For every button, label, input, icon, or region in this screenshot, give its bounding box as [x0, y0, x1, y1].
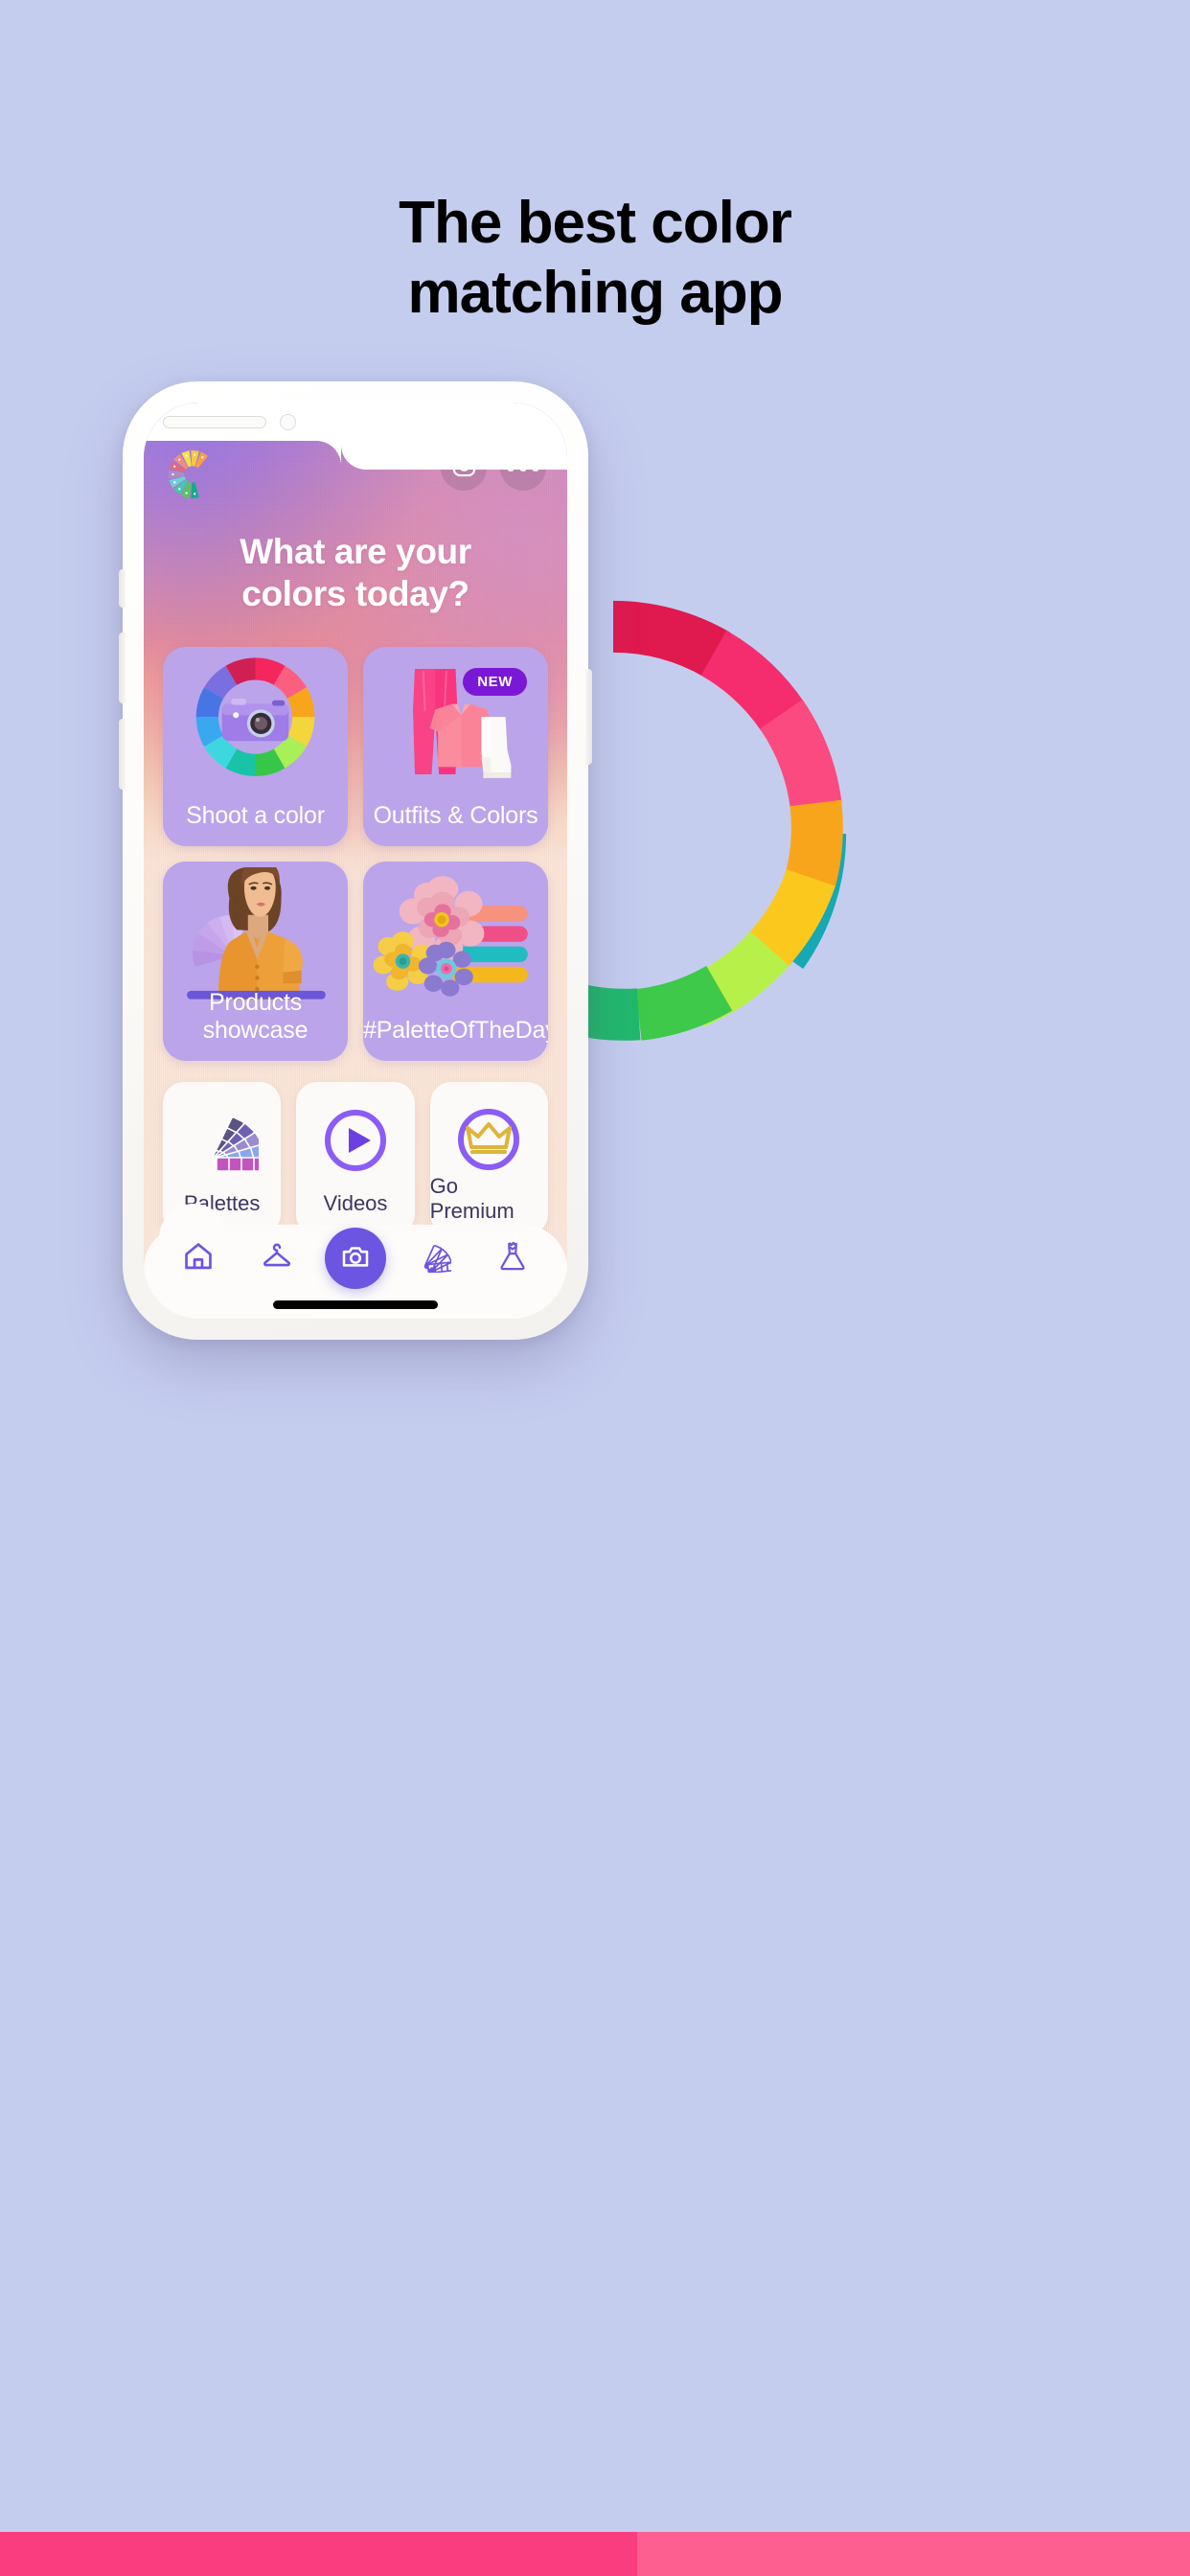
page-title-line2: matching app: [407, 260, 783, 327]
bottom-nav: [144, 1204, 567, 1319]
nav-item-home[interactable]: [167, 1240, 230, 1277]
phone-volume-down-button[interactable]: [119, 719, 126, 790]
card-label: Outfits & Colors: [373, 802, 538, 830]
camera-fab-button[interactable]: [325, 1228, 386, 1289]
play-circle-icon: [321, 1105, 390, 1176]
home-icon: [182, 1240, 215, 1277]
palette-fan-icon: [417, 1240, 454, 1277]
model-showcase-art: [163, 862, 348, 1003]
shortcut-row: Palettes Videos Go Premium: [163, 1082, 548, 1236]
paper-flowers-art: [363, 867, 548, 1003]
strip-segment-left: [0, 2532, 637, 2576]
shortcut-videos[interactable]: Videos: [296, 1082, 415, 1236]
card-label: #PaletteOfTheDay: [363, 1017, 548, 1045]
phone-mute-switch[interactable]: [119, 569, 126, 608]
card-palette-of-the-day[interactable]: #PaletteOfTheDay: [363, 862, 548, 1062]
page-title: The best color matching app: [0, 188, 1190, 328]
dress-icon: [497, 1240, 528, 1277]
camera-icon: [340, 1241, 371, 1276]
card-products-showcase[interactable]: Products showcase: [163, 862, 348, 1062]
camera-color-wheel-art: [163, 653, 348, 789]
app-hero-title-line1: What are your: [240, 532, 471, 571]
shortcut-label: Videos: [323, 1191, 388, 1216]
shortcut-go-premium[interactable]: Go Premium: [429, 1082, 548, 1236]
shortcut-label: Go Premium: [429, 1174, 515, 1224]
card-label: Products showcase: [202, 989, 309, 1045]
app-hero-title-line2: colors today?: [241, 573, 469, 613]
card-outfits-and-colors[interactable]: NEW Outfits & Colors: [363, 647, 548, 847]
phone-mockup: What are your colors today? Shoot a colo…: [119, 381, 592, 1340]
nav-item-palettes[interactable]: [402, 1240, 466, 1277]
hanger-icon: [261, 1240, 293, 1277]
nav-item-wardrobe[interactable]: [245, 1240, 309, 1277]
nav-item-camera[interactable]: [324, 1228, 387, 1289]
feature-card-grid: Shoot a color NEW Outfits & Colors Produ…: [163, 647, 548, 1062]
nav-item-outfits[interactable]: [481, 1240, 544, 1277]
strip-segment-right: [637, 2532, 1190, 2576]
app-content: What are your colors today? Shoot a colo…: [144, 402, 567, 1319]
phone-earpiece-speaker: [163, 415, 266, 428]
card-shoot-a-color[interactable]: Shoot a color: [163, 647, 348, 847]
phone-power-button[interactable]: [585, 669, 592, 765]
bottom-color-strip: [0, 2532, 1190, 2576]
phone-front-camera: [280, 413, 296, 430]
app-hero-title: What are your colors today?: [144, 531, 567, 614]
palette-fan-icon: [186, 1105, 259, 1176]
card-label: Shoot a color: [186, 802, 325, 830]
app-logo-color-c: [167, 448, 218, 500]
home-indicator: [273, 1300, 438, 1309]
phone-notch-cutout: [316, 441, 567, 470]
phone-notch-bar: [144, 402, 567, 441]
new-badge: NEW: [463, 668, 527, 697]
crown-circle-icon: [454, 1105, 523, 1174]
page-title-line1: The best color: [399, 190, 792, 256]
phone-volume-up-button[interactable]: [119, 632, 126, 703]
phone-screen: What are your colors today? Shoot a colo…: [144, 402, 567, 1319]
